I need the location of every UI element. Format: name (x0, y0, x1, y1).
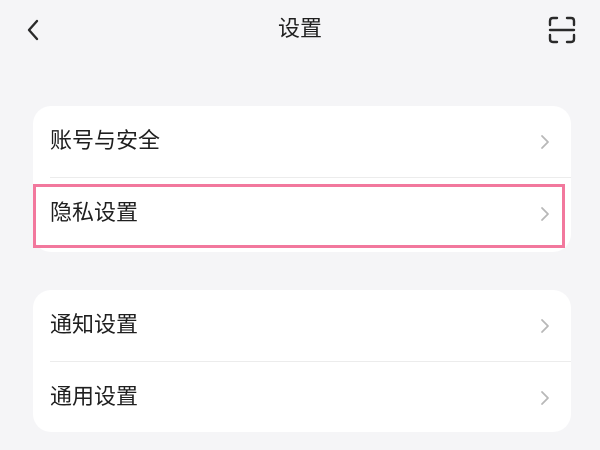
back-button[interactable] (20, 16, 48, 44)
settings-item-label: 隐私设置 (50, 201, 139, 226)
chevron-right-icon (541, 207, 549, 221)
chevron-right-icon (541, 391, 549, 405)
scan-button[interactable] (546, 14, 578, 46)
top-bar: 设置 (0, 0, 600, 62)
settings-item-notifications[interactable]: 通知设置 (33, 290, 571, 362)
settings-item-label: 通知设置 (50, 313, 139, 338)
chevron-right-icon (541, 135, 549, 149)
settings-item-label: 通用设置 (50, 385, 139, 410)
settings-group-general: 通知设置 通用设置 (33, 290, 571, 432)
chevron-left-icon (27, 19, 39, 41)
settings-item-privacy[interactable]: 隐私设置 (33, 178, 571, 250)
settings-item-label: 账号与安全 (50, 129, 161, 154)
chevron-right-icon (541, 319, 549, 333)
settings-item-account-security[interactable]: 账号与安全 (33, 106, 571, 178)
scan-icon (548, 16, 576, 44)
page-title: 设置 (277, 17, 322, 42)
settings-item-general[interactable]: 通用设置 (33, 362, 571, 432)
settings-group-account: 账号与安全 隐私设置 (33, 106, 571, 252)
